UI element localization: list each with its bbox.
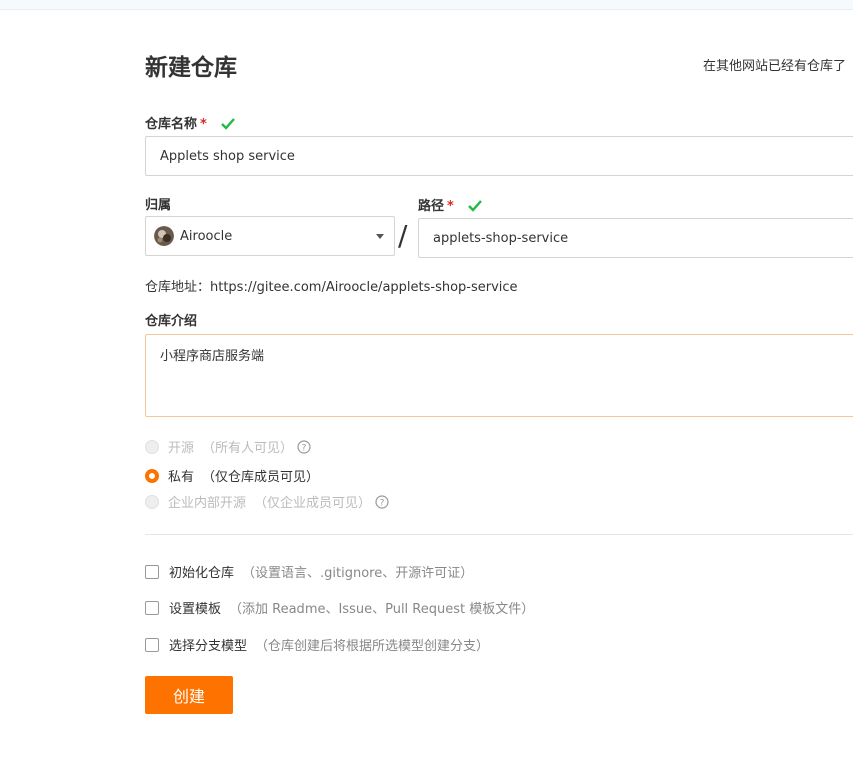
template-checkbox[interactable] <box>145 600 159 615</box>
visibility-private-option[interactable]: 私有 （仅仓库成员可见） <box>145 466 319 485</box>
path-input[interactable]: applets-shop-service <box>418 218 853 258</box>
owner-select[interactable]: Airoocle <box>145 216 395 256</box>
visibility-private-label: 私有 <box>168 470 195 485</box>
required-mark: * <box>200 117 207 132</box>
path-label: 路径 * <box>418 195 483 216</box>
template-option[interactable]: 设置模板 （添加 Readme、Issue、Pull Request 模板文件） <box>145 598 534 617</box>
description-label: 仓库介绍 <box>145 314 198 329</box>
branch-model-option[interactable]: 选择分支模型 （仓库创建后将根据所选模型创建分支） <box>145 635 489 654</box>
avatar <box>154 226 174 246</box>
repo-url-text: 仓库地址：https://gitee.com/Airoocle/applets-… <box>145 280 518 295</box>
check-icon <box>468 200 483 216</box>
radio-private[interactable] <box>145 468 159 483</box>
create-button[interactable]: 创建 <box>145 676 233 714</box>
description-value: 小程序商店服务端 <box>160 349 265 364</box>
owner-label: 归属 <box>145 198 172 213</box>
svg-text:?: ? <box>302 443 307 453</box>
branch-model-label: 选择分支模型 <box>169 639 248 654</box>
branch-model-hint: （仓库创建后将根据所选模型创建分支） <box>255 639 490 654</box>
init-repo-hint: （设置语言、.gitignore、开源许可证） <box>242 566 474 581</box>
template-hint: （添加 Readme、Issue、Pull Request 模板文件） <box>229 602 535 617</box>
visibility-public-label: 开源 <box>168 441 195 456</box>
check-icon <box>221 118 236 134</box>
visibility-public-option[interactable]: 开源 （所有人可见） ? <box>145 437 311 456</box>
init-repo-option[interactable]: 初始化仓库 （设置语言、.gitignore、开源许可证） <box>145 562 473 581</box>
visibility-enterprise-hint: （仅企业成员可见） <box>254 496 372 511</box>
top-strip <box>0 0 853 10</box>
radio-public[interactable] <box>145 439 159 454</box>
template-label: 设置模板 <box>169 602 222 617</box>
svg-text:?: ? <box>380 498 385 508</box>
visibility-public-hint: （所有人可见） <box>202 441 294 456</box>
repo-name-label-text: 仓库名称 <box>145 117 198 132</box>
question-circle-icon[interactable]: ? <box>375 494 389 509</box>
question-circle-icon[interactable]: ? <box>297 439 311 454</box>
repo-name-value: Applets shop service <box>160 148 295 164</box>
path-value: applets-shop-service <box>433 230 569 246</box>
repo-name-input[interactable]: Applets shop service <box>145 136 853 176</box>
required-mark: * <box>447 199 454 214</box>
visibility-private-hint: （仅仓库成员可见） <box>202 470 320 485</box>
description-textarea[interactable]: 小程序商店服务端 <box>145 334 853 417</box>
branch-model-checkbox[interactable] <box>145 637 159 652</box>
radio-enterprise[interactable] <box>145 494 159 509</box>
caret-down-icon[interactable] <box>376 234 384 239</box>
init-repo-checkbox[interactable] <box>145 564 159 579</box>
section-divider <box>145 534 853 535</box>
visibility-enterprise-option[interactable]: 企业内部开源 （仅企业成员可见） ? <box>145 492 389 511</box>
visibility-enterprise-label: 企业内部开源 <box>168 496 247 511</box>
path-label-text: 路径 <box>418 199 445 214</box>
owner-value: Airoocle <box>180 228 233 244</box>
page-title: 新建仓库 <box>145 55 237 81</box>
path-separator: / <box>398 219 408 252</box>
init-repo-label: 初始化仓库 <box>169 566 235 581</box>
repo-name-label: 仓库名称 * <box>145 113 236 134</box>
import-repo-link[interactable]: 在其他网站已经有仓库了 <box>703 55 846 74</box>
